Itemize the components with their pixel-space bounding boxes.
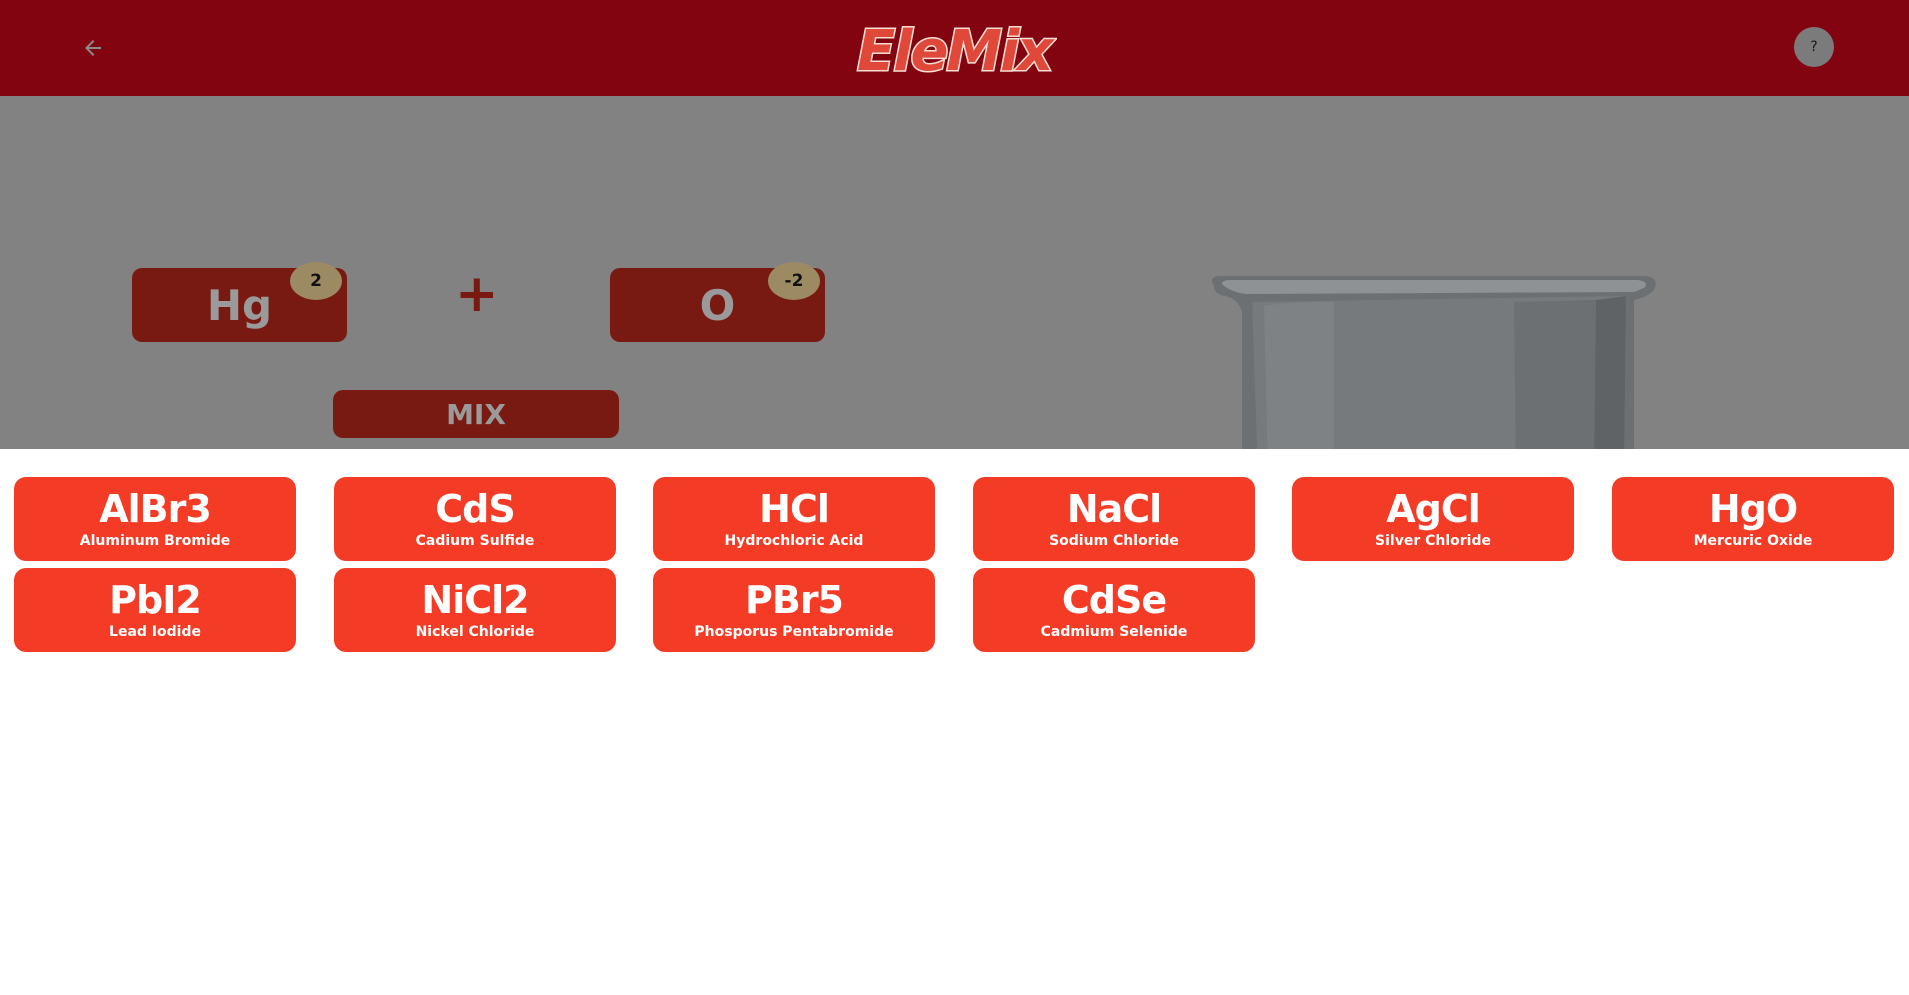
compound-card-pbr5[interactable]: PBr5 Phosporus Pentabromide	[653, 568, 935, 652]
compound-card-hcl[interactable]: HCl Hydrochloric Acid	[653, 477, 935, 561]
svg-text:EleMix: EleMix	[857, 19, 1055, 80]
app-header: EleMix ?	[0, 0, 1909, 96]
elemix-app: EleMix ? Hg 2 + O -2 MIX AlBr3 Aluminum …	[0, 0, 1909, 995]
compound-name: Cadmium Selenide	[1040, 624, 1188, 640]
compound-name: Phosporus Pentabromide	[694, 624, 894, 640]
compound-card-nicl2[interactable]: NiCl2 Nickel Chloride	[334, 568, 616, 652]
compound-card-cdse[interactable]: CdSe Cadmium Selenide	[973, 568, 1255, 652]
compound-name: Nickel Chloride	[415, 624, 535, 640]
compound-card-nacl[interactable]: NaCl Sodium Chloride	[973, 477, 1255, 561]
elemix-logo: EleMix	[856, 18, 1058, 80]
plus-operator: +	[455, 264, 499, 324]
compound-formula: NaCl	[1066, 487, 1162, 531]
element-b-symbol: O	[699, 280, 736, 330]
compound-name: Aluminum Bromide	[79, 533, 231, 549]
compound-formula: AlBr3	[99, 487, 212, 531]
help-button[interactable]: ?	[1794, 27, 1834, 67]
compound-formula: CdSe	[1061, 578, 1167, 622]
back-button[interactable]	[78, 33, 108, 63]
compound-card-agcl[interactable]: AgCl Silver Chloride	[1292, 477, 1574, 561]
compound-formula: HCl	[759, 487, 830, 531]
compound-name: Sodium Chloride	[1049, 533, 1179, 549]
element-a-symbol: Hg	[206, 280, 273, 330]
mix-button[interactable]: MIX	[333, 390, 619, 438]
compound-formula: PBr5	[745, 578, 844, 622]
compound-name: Lead Iodide	[109, 624, 201, 640]
compound-card-hgo[interactable]: HgO Mercuric Oxide	[1612, 477, 1894, 561]
compound-card-pbi2[interactable]: PbI2 Lead Iodide	[14, 568, 296, 652]
compound-card-albr3[interactable]: AlBr3 Aluminum Bromide	[14, 477, 296, 561]
compound-formula: AgCl	[1386, 487, 1481, 531]
compound-name: Cadium Sulfide	[415, 533, 535, 549]
compound-card-cds[interactable]: CdS Cadium Sulfide	[334, 477, 616, 561]
compound-name: Mercuric Oxide	[1693, 533, 1813, 549]
compound-formula: HgO	[1708, 487, 1798, 531]
beaker-icon	[1212, 276, 1656, 449]
reaction-workspace: Hg 2 + O -2 MIX	[0, 96, 1909, 449]
element-a-charge-badge: 2	[290, 262, 342, 300]
compound-name: Silver Chloride	[1375, 533, 1491, 549]
arrow-left-icon	[85, 40, 101, 56]
compound-formula: CdS	[435, 487, 515, 531]
compound-name: Hydrochloric Acid	[724, 533, 864, 549]
compound-formula: PbI2	[109, 578, 202, 622]
element-b-charge-badge: -2	[768, 262, 820, 300]
compound-formula: NiCl2	[421, 578, 529, 622]
